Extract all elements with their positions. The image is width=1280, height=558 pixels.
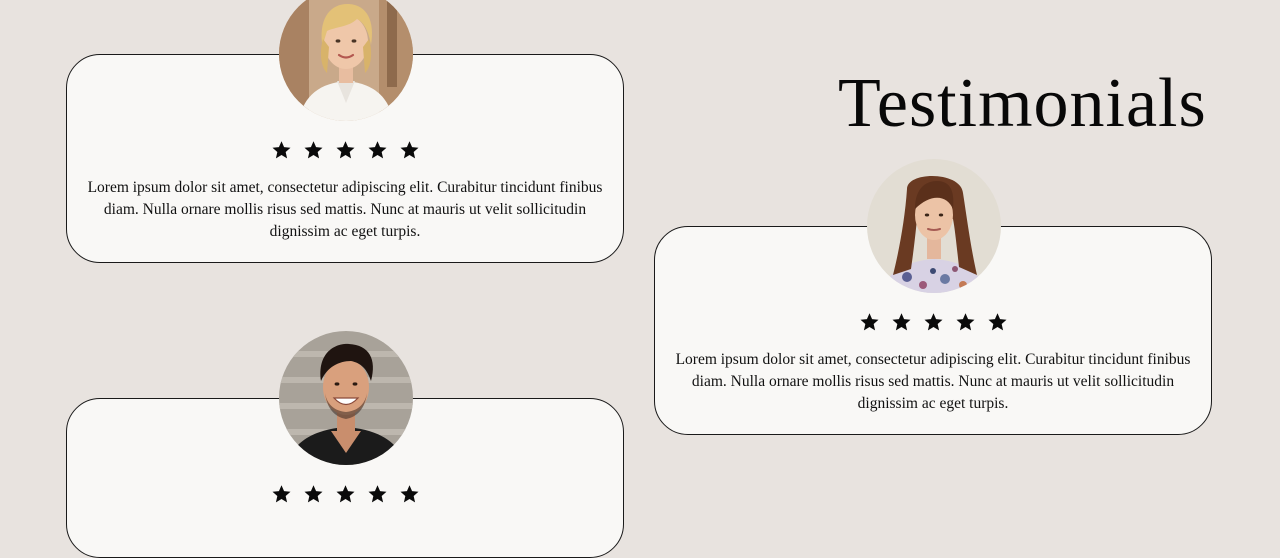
testimonial-text: Lorem ipsum dolor sit amet, consectetur … [87, 179, 603, 240]
rating-stars [67, 484, 623, 504]
star-icon [336, 485, 354, 503]
star-icon [956, 313, 974, 331]
man-dark-hair-photo [279, 331, 413, 465]
star-icon [400, 141, 418, 159]
rating-stars [655, 312, 1211, 332]
star-icon [988, 313, 1006, 331]
star-icon [304, 485, 322, 503]
star-icon [860, 313, 878, 331]
woman-brunette-photo [867, 159, 1001, 293]
star-icon [336, 141, 354, 159]
avatar [867, 159, 1001, 293]
star-icon [400, 485, 418, 503]
star-icon [924, 313, 942, 331]
star-icon [368, 485, 386, 503]
star-icon [368, 141, 386, 159]
star-icon [892, 313, 910, 331]
rating-stars [67, 140, 623, 160]
star-icon [272, 141, 290, 159]
testimonial-text: Lorem ipsum dolor sit amet, consectetur … [675, 351, 1191, 412]
page-title: Testimonials [838, 64, 1207, 142]
star-icon [272, 485, 290, 503]
avatar [279, 331, 413, 465]
star-icon [304, 141, 322, 159]
